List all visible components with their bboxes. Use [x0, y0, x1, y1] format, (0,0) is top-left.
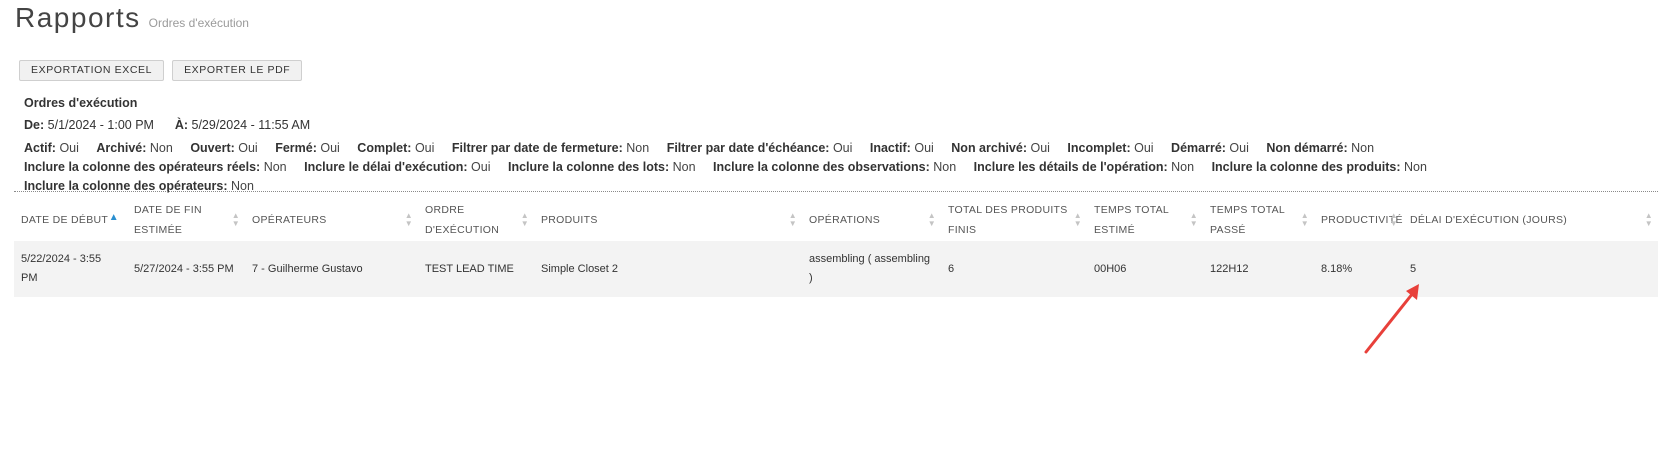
annotation-arrow	[1364, 284, 1419, 354]
